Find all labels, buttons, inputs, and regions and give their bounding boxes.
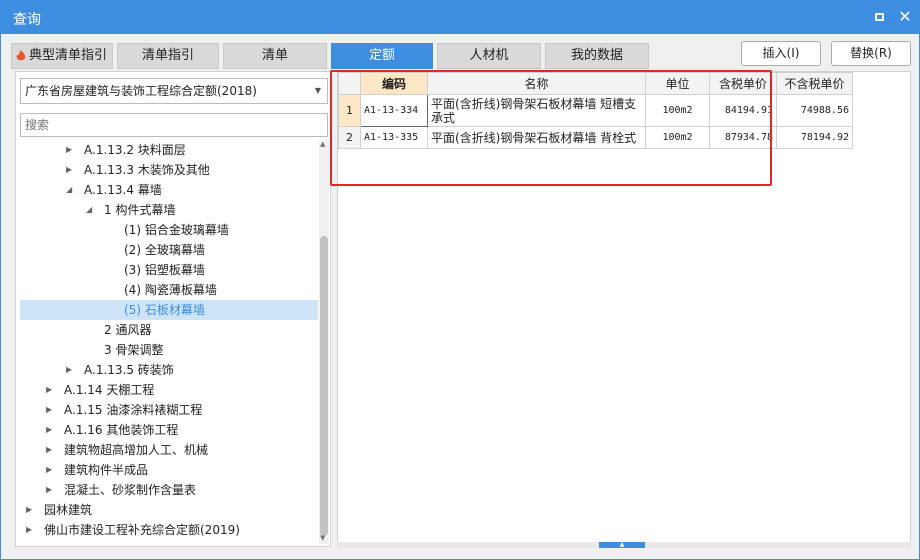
tree-item-label: A.1.14 天棚工程 — [64, 383, 155, 397]
expand-icon[interactable]: ▶ — [46, 420, 56, 440]
tree-item-label: 3 骨架调整 — [104, 343, 164, 357]
tree-item[interactable]: ◢ A.1.13.4 幕墙 — [20, 180, 318, 200]
tree-item-label: (1) 铝合金玻璃幕墙 — [124, 223, 229, 237]
close-icon: ✕ — [898, 7, 912, 26]
tree-item-label: A.1.13.3 木装饰及其他 — [84, 163, 210, 177]
horizontal-splitter[interactable]: ▲ — [337, 542, 911, 548]
tree-item-label: (5) 石板材幕墙 — [124, 303, 205, 317]
scroll-up-icon[interactable]: ▲ — [320, 140, 325, 148]
expand-icon[interactable]: ▶ — [26, 500, 36, 520]
scroll-thumb[interactable] — [320, 236, 328, 536]
query-dialog: 查询 ✕ 典型清单指引 清单指引 清单 定额 人材机 我的数据 插入(I) 替换… — [0, 0, 920, 560]
tab-label: 清单 — [261, 48, 288, 63]
search-input[interactable] — [20, 113, 328, 137]
tree-item[interactable]: ▶ A.1.13.2 块料面层 — [20, 140, 318, 160]
tree-item-label: A.1.16 其他装饰工程 — [64, 423, 179, 437]
tree-item[interactable]: (1) 铝合金玻璃幕墙 — [20, 220, 318, 240]
tree-item-label: (2) 全玻璃幕墙 — [124, 243, 205, 257]
tree-item-label: A.1.13.5 砖装饰 — [84, 363, 174, 377]
tree-item[interactable]: ▶ A.1.13.3 木装饰及其他 — [20, 160, 318, 180]
tree-item-label: 佛山市建设工程补充综合定额(2019) — [44, 523, 240, 537]
tab-label: 我的数据 — [570, 48, 623, 63]
column-header-price-notax[interactable]: 不含税单价 — [776, 72, 853, 95]
tree-item-label: A.1.13.2 块料面层 — [84, 143, 186, 157]
tab-labor-material-machine[interactable]: 人材机 — [437, 43, 541, 69]
tree-item-label: (3) 铝塑板幕墙 — [124, 263, 205, 277]
tab-label: 典型清单指引 — [28, 48, 107, 63]
tree-item[interactable]: ▶ 园林建筑 — [20, 500, 318, 520]
tree-item[interactable]: (2) 全玻璃幕墙 — [20, 240, 318, 260]
tree-item-label: 建筑物超高增加人工、机械 — [64, 443, 209, 457]
tab-bill[interactable]: 清单 — [223, 43, 327, 69]
expand-icon[interactable]: ▶ — [46, 460, 56, 480]
quota-tree: ▶ A.1.13.2 块料面层 ▶ A.1.13.3 木装饰及其他 ◢ A.1.13.… — [20, 140, 320, 544]
tree-item[interactable]: ▶ 佛山市建设工程补充综合定额(2019) — [20, 520, 318, 540]
maximize-button[interactable] — [869, 7, 889, 27]
tree-item[interactable]: ▶ A.1.14 天棚工程 — [20, 380, 318, 400]
expand-icon[interactable]: ▶ — [46, 380, 56, 400]
expand-icon[interactable]: ▶ — [66, 360, 76, 380]
tree-item[interactable]: ▶ 建筑物超高增加人工、机械 — [20, 440, 318, 460]
cell-price-notax[interactable]: 74988.56 — [776, 94, 853, 127]
tree-item[interactable]: ▶ A.1.13.5 砖装饰 — [20, 360, 318, 380]
expand-icon[interactable]: ▶ — [66, 140, 76, 160]
tree-item-label: 园林建筑 — [44, 503, 93, 517]
tree-item[interactable]: ◢ 1 构件式幕墙 — [20, 200, 318, 220]
maximize-icon — [875, 13, 884, 21]
cell-price-notax[interactable]: 78194.92 — [776, 126, 853, 149]
tree-item[interactable]: ▶ 混凝土、砂浆制作含量表 — [20, 480, 318, 500]
tab-bill-guide[interactable]: 清单指引 — [117, 43, 219, 69]
tab-label: 人材机 — [469, 48, 509, 63]
chevron-down-icon: ▼ — [314, 86, 321, 95]
tree-item-label: 建筑构件半成品 — [64, 463, 149, 477]
left-panel: 广东省房屋建筑与装饰工程综合定额(2018) ▼ ▶ A.1.13.2 块料面层 … — [15, 71, 331, 547]
expand-icon[interactable]: ▶ — [26, 520, 36, 540]
tree-item[interactable]: ▶ 建筑构件半成品 — [20, 460, 318, 480]
expand-icon[interactable]: ▶ — [46, 400, 56, 420]
tree-item[interactable]: (3) 铝塑板幕墙 — [20, 260, 318, 280]
highlight-annotation-box — [330, 70, 772, 186]
tree-item[interactable]: ▶ A.1.15 油漆涂料裱糊工程 — [20, 400, 318, 420]
close-button[interactable]: ✕ — [895, 7, 915, 27]
insert-button[interactable]: 插入(I) — [741, 41, 821, 66]
tree-item-selected[interactable]: (5) 石板材幕墙 — [20, 300, 318, 320]
tree-item-label: A.1.15 油漆涂料裱糊工程 — [64, 403, 203, 417]
window-title: 查询 — [13, 12, 41, 28]
tab-my-data[interactable]: 我的数据 — [545, 43, 649, 69]
tab-label: 清单指引 — [141, 48, 194, 63]
collapse-icon[interactable]: ◢ — [86, 200, 96, 220]
replace-button[interactable]: 替换(R) — [831, 41, 911, 66]
tab-label: 定额 — [368, 48, 395, 63]
collapse-icon[interactable]: ◢ — [66, 180, 76, 200]
select-value: 广东省房屋建筑与装饰工程综合定额(2018) — [25, 84, 257, 98]
tree-item-label: 1 构件式幕墙 — [104, 203, 176, 217]
title-bar: 查询 ✕ — [1, 1, 919, 34]
splitter-grip-icon[interactable]: ▲ — [599, 542, 645, 548]
tree-scrollbar[interactable]: ▲ ▼ — [319, 140, 329, 544]
tree-item-label: (4) 陶瓷薄板幕墙 — [124, 283, 217, 297]
tree-item-label: A.1.13.4 幕墙 — [84, 183, 162, 197]
scroll-down-icon[interactable]: ▼ — [320, 534, 325, 542]
expand-icon[interactable]: ▶ — [46, 480, 56, 500]
flame-icon — [16, 50, 26, 61]
tab-quota[interactable]: 定额 — [331, 43, 433, 69]
expand-icon[interactable]: ▶ — [66, 160, 76, 180]
quota-db-select[interactable]: 广东省房屋建筑与装饰工程综合定额(2018) ▼ — [20, 78, 328, 104]
tree-item-label: 2 通风器 — [104, 323, 152, 337]
tree-item-label: 混凝土、砂浆制作含量表 — [64, 483, 197, 497]
tab-typical-bill-guide[interactable]: 典型清单指引 — [11, 43, 113, 69]
tree-item[interactable]: (4) 陶瓷薄板幕墙 — [20, 280, 318, 300]
tree-item[interactable]: ▶ A.1.16 其他装饰工程 — [20, 420, 318, 440]
tree-item[interactable]: 2 通风器 — [20, 320, 318, 340]
expand-icon[interactable]: ▶ — [46, 440, 56, 460]
tree-item[interactable]: 3 骨架调整 — [20, 340, 318, 360]
